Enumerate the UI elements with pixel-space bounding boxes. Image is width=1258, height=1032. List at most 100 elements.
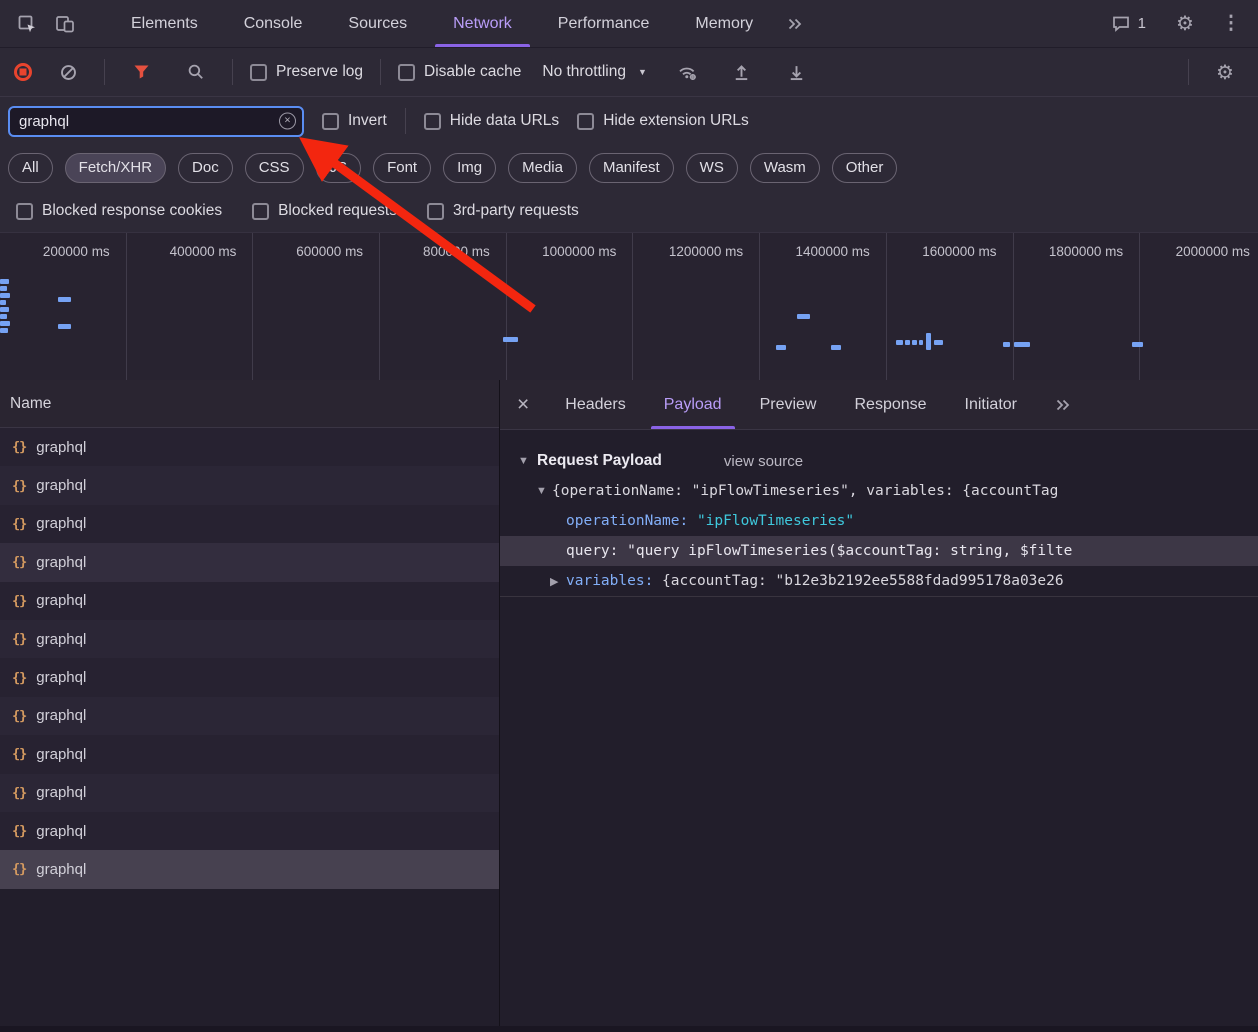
payload-preview-text: {operationName: "ipFlowTimeseries", vari… [552, 483, 1058, 499]
main-tab-strip: Elements Console Sources Network Perform… [108, 0, 776, 47]
request-timing-bar [0, 314, 7, 319]
main-tab-console[interactable]: Console [221, 0, 326, 47]
type-filter-all[interactable]: All [8, 153, 53, 183]
detail-tab-payload[interactable]: Payload [645, 380, 741, 429]
pill-label: WS [700, 159, 724, 176]
request-row[interactable]: {} graphql [0, 505, 499, 543]
inspect-element-icon[interactable] [8, 5, 46, 43]
main-tab-sources[interactable]: Sources [325, 0, 430, 47]
section-divider [500, 596, 1258, 597]
type-filter-fetch-xhr[interactable]: Fetch/XHR [65, 153, 166, 183]
main-tab-performance[interactable]: Performance [535, 0, 673, 47]
request-row[interactable]: {} graphql [0, 697, 499, 735]
request-row[interactable]: {} graphql [0, 735, 499, 773]
request-timing-bar [896, 340, 903, 345]
hide-data-urls-checkbox[interactable]: Hide data URLs [424, 112, 559, 130]
json-braces-icon: {} [12, 746, 26, 762]
blocked-requests-checkbox[interactable]: Blocked requests [252, 202, 397, 220]
request-timing-bar [912, 340, 917, 345]
clear-network-log-icon[interactable] [49, 53, 87, 91]
pill-label: CSS [259, 159, 290, 176]
request-row[interactable]: {} graphql [0, 620, 499, 658]
filter-funnel-icon[interactable] [122, 53, 160, 91]
detail-tab-initiator[interactable]: Initiator [946, 380, 1036, 429]
pill-label: Doc [192, 159, 219, 176]
import-har-icon[interactable] [723, 53, 761, 91]
name-column-header[interactable]: Name [0, 380, 499, 428]
type-filter-js[interactable]: JS [316, 153, 362, 183]
request-row[interactable]: {} graphql [0, 428, 499, 466]
more-tabs-chevron-icon[interactable] [776, 5, 814, 43]
detail-tab-headers[interactable]: Headers [546, 380, 644, 429]
preserve-log-checkbox[interactable]: Preserve log [250, 63, 363, 81]
request-payload-section-header[interactable]: ▼ Request Payload view source [500, 446, 1258, 476]
console-messages-button[interactable]: 1 [1112, 15, 1146, 32]
type-filter-ws[interactable]: WS [686, 153, 738, 183]
hide-extension-urls-checkbox[interactable]: Hide extension URLs [577, 112, 749, 130]
throttling-select[interactable]: No throttling ▼ [538, 63, 651, 81]
request-timing-bar [503, 337, 518, 342]
pill-label: All [22, 159, 39, 176]
toolbar-divider [380, 59, 381, 85]
pill-label: Fetch/XHR [79, 159, 152, 176]
main-tab-elements[interactable]: Elements [108, 0, 221, 47]
type-filter-manifest[interactable]: Manifest [589, 153, 674, 183]
request-timing-bar [926, 333, 931, 350]
close-detail-icon[interactable]: × [500, 393, 546, 417]
network-settings-gear-icon[interactable]: ⚙ [1206, 53, 1244, 91]
settings-gear-icon[interactable]: ⚙ [1166, 5, 1204, 43]
view-source-link[interactable]: view source [724, 453, 803, 470]
request-row[interactable]: {} graphql [0, 582, 499, 620]
main-tab-memory[interactable]: Memory [672, 0, 776, 47]
request-row[interactable]: {} graphql [0, 812, 499, 850]
pill-label: Manifest [603, 159, 660, 176]
request-timing-bar [1132, 342, 1143, 347]
request-row[interactable]: {} graphql [0, 466, 499, 504]
payload-row-variables[interactable]: ▶ variables: {accountTag: "b12e3b2192ee5… [500, 566, 1258, 596]
json-braces-icon: {} [12, 823, 26, 839]
payload-row-query[interactable]: query: "query ipFlowTimeseries($accountT… [500, 536, 1258, 566]
json-braces-icon: {} [12, 861, 26, 877]
third-party-requests-checkbox[interactable]: 3rd-party requests [427, 202, 579, 220]
type-filter-wasm[interactable]: Wasm [750, 153, 820, 183]
export-har-icon[interactable] [778, 53, 816, 91]
device-toolbar-icon[interactable] [46, 5, 84, 43]
payload-row-operation-name[interactable]: operationName: "ipFlowTimeseries" [500, 506, 1258, 536]
type-filter-font[interactable]: Font [373, 153, 431, 183]
checkbox-box [16, 203, 33, 220]
detail-tab-preview[interactable]: Preview [741, 380, 836, 429]
record-network-log-button[interactable] [14, 63, 32, 81]
type-filter-css[interactable]: CSS [245, 153, 304, 183]
kebab-menu-icon[interactable]: ⋮ [1212, 5, 1250, 43]
request-row[interactable]: {} graphql [0, 774, 499, 812]
request-timing-bar [919, 340, 923, 345]
invert-checkbox[interactable]: Invert [322, 112, 387, 130]
clear-filter-icon[interactable]: × [279, 113, 296, 130]
request-row[interactable]: {} graphql [0, 850, 499, 888]
request-row[interactable]: {} graphql [0, 658, 499, 696]
request-type-filter-row: All Fetch/XHR Doc CSS JS Font Img Media … [0, 145, 1258, 190]
type-filter-img[interactable]: Img [443, 153, 496, 183]
main-tab-network[interactable]: Network [430, 0, 535, 47]
request-timing-bar [58, 324, 71, 329]
detail-tab-response[interactable]: Response [835, 380, 945, 429]
type-filter-doc[interactable]: Doc [178, 153, 233, 183]
invert-label: Invert [348, 112, 387, 130]
chat-bubble-icon [1112, 15, 1130, 32]
type-filter-other[interactable]: Other [832, 153, 898, 183]
search-icon[interactable] [177, 53, 215, 91]
json-key: operationName: [566, 513, 697, 529]
request-row[interactable]: {} graphql [0, 543, 499, 581]
json-string-value: "ipFlowTimeseries" [697, 513, 854, 529]
payload-root-row[interactable]: ▼ {operationName: "ipFlowTimeseries", va… [500, 476, 1258, 506]
disable-cache-checkbox[interactable]: Disable cache [398, 63, 521, 81]
filter-input-wrap: × [8, 106, 304, 137]
more-detail-tabs-chevron-icon[interactable] [1044, 386, 1082, 424]
type-filter-media[interactable]: Media [508, 153, 577, 183]
timeline-bars [0, 233, 1258, 380]
blocked-response-cookies-checkbox[interactable]: Blocked response cookies [16, 202, 222, 220]
detail-tab-label: Headers [565, 396, 625, 414]
filter-input[interactable] [8, 106, 304, 137]
network-overview-timeline[interactable]: 200000 ms 400000 ms 600000 ms 800000 ms … [0, 232, 1258, 380]
network-conditions-icon[interactable] [668, 53, 706, 91]
